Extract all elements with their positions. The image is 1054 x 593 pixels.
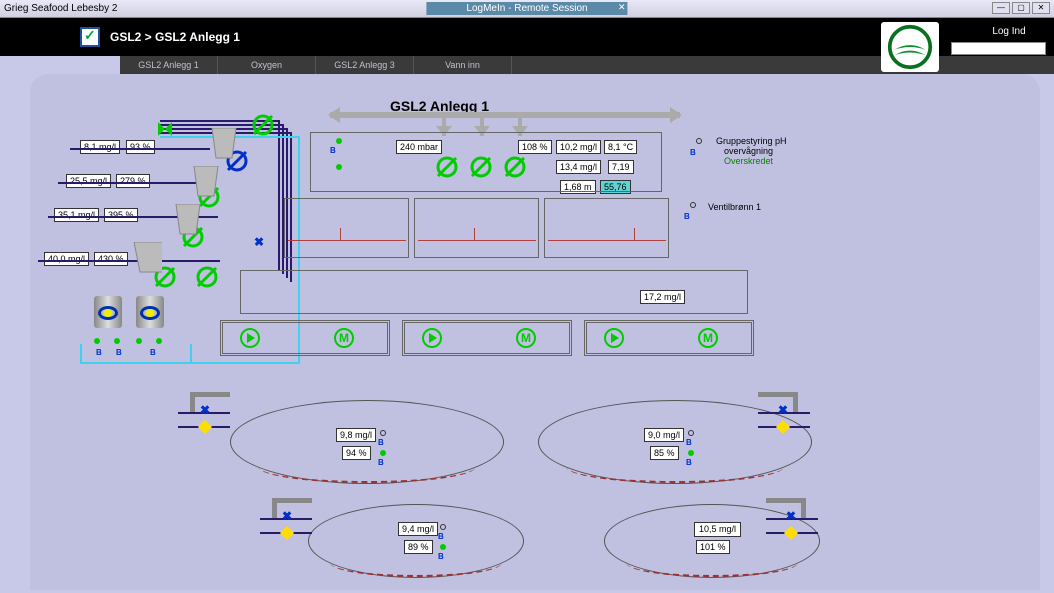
group-label-1: Gruppestyring pH xyxy=(716,136,787,146)
tank1-mgl: 9,8 mg/l xyxy=(336,428,376,442)
svg-text:M: M xyxy=(703,331,713,345)
level-line xyxy=(340,228,341,240)
status-icon xyxy=(688,430,694,436)
vent-label: Ventilbrønn 1 xyxy=(708,202,761,212)
svg-text:M: M xyxy=(339,331,349,345)
group-label-3: Overskredet xyxy=(724,156,773,166)
hopper-icon xyxy=(130,242,162,282)
b-icon: B xyxy=(690,148,696,157)
status-dot-icon xyxy=(136,338,142,344)
pump-icon[interactable] xyxy=(422,328,442,348)
b-icon: B xyxy=(150,348,156,357)
status-dot-icon xyxy=(94,338,100,344)
reading-pct-3: 395 % xyxy=(104,208,138,222)
b-icon: B xyxy=(438,532,444,541)
status-dot-icon xyxy=(380,450,386,456)
motor-icon[interactable]: M xyxy=(334,328,354,348)
pipe xyxy=(70,148,210,150)
b-icon: B xyxy=(96,348,102,357)
level-line xyxy=(548,240,666,241)
status-dot-icon xyxy=(440,544,446,550)
b-icon: B xyxy=(116,348,122,357)
window-title: Grieg Seafood Lebesby 2 xyxy=(4,3,117,14)
pipe xyxy=(278,120,280,270)
reading-pct-1: 93 % xyxy=(126,140,155,154)
pump-icon[interactable] xyxy=(604,328,624,348)
pipe xyxy=(38,260,220,262)
status-icon xyxy=(380,430,386,436)
login-button[interactable]: Log Ind xyxy=(974,24,1044,40)
status-icon xyxy=(696,138,702,144)
b-icon: B xyxy=(438,552,444,561)
hopper-icon xyxy=(190,166,222,206)
b-icon: B xyxy=(378,458,384,467)
close-session-icon[interactable]: ✕ xyxy=(618,2,626,13)
breadcrumb: GSL2 > GSL2 Anlegg 1 xyxy=(110,30,240,44)
b-icon: B xyxy=(378,438,384,447)
svg-text:M: M xyxy=(521,331,531,345)
oval-tank xyxy=(230,400,504,484)
chamber-block xyxy=(310,132,662,192)
tank3-pct: 89 % xyxy=(404,540,433,554)
b-icon: B xyxy=(684,212,690,221)
b-icon: B xyxy=(686,438,692,447)
tank3-mgl: 9,4 mg/l xyxy=(398,522,438,536)
status-icon xyxy=(690,202,696,208)
status-dot-icon xyxy=(156,338,162,344)
tank4-mgl: 10,5 mg/l xyxy=(694,522,741,537)
tank2-mgl: 9,0 mg/l xyxy=(644,428,684,442)
basin-block xyxy=(414,198,539,258)
level-line xyxy=(474,228,475,240)
pump-icon[interactable] xyxy=(240,328,260,348)
level-line xyxy=(634,228,635,240)
basin-block xyxy=(544,198,669,258)
tank4-pct: 101 % xyxy=(696,540,730,554)
company-logo xyxy=(881,22,939,72)
group-label-2: overvågning xyxy=(724,146,773,156)
window-titlebar: Grieg Seafood Lebesby 2 LogMeIn - Remote… xyxy=(0,0,1054,18)
remote-session-badge: LogMeIn - Remote Session ✕ xyxy=(426,2,627,15)
maximize-button[interactable]: ▢ xyxy=(1012,2,1030,14)
reading-mgl-2: 25,5 mg/l xyxy=(66,174,111,188)
tab-anlegg3[interactable]: GSL2 Anlegg 3 xyxy=(316,56,414,74)
valve-icon[interactable] xyxy=(158,122,172,136)
motor-icon[interactable]: M xyxy=(516,328,536,348)
reading-mgl-4: 40,0 mg/l xyxy=(44,252,89,266)
app-icon xyxy=(80,27,100,47)
actuator-icon[interactable] xyxy=(196,266,218,288)
reading-mgl-3: 35,1 mg/l xyxy=(54,208,99,222)
tab-oxygen[interactable]: Oxygen xyxy=(218,56,316,74)
login-input[interactable] xyxy=(951,42,1046,55)
status-dot-icon xyxy=(688,450,694,456)
hopper-icon xyxy=(208,128,240,168)
valve-closed-icon[interactable]: ✖ xyxy=(254,238,264,248)
reading-pct-2: 279 % xyxy=(116,174,150,188)
b-icon: B xyxy=(686,458,692,467)
scada-canvas: GSL2 Anlegg 1 8,1 mg/l 93 % 25,5 mg/l 27… xyxy=(30,74,1040,590)
cylinder-tank xyxy=(136,296,164,332)
reading-mgl-1: 8,1 mg/l xyxy=(80,140,120,154)
reading-pct-4: 430 % xyxy=(94,252,128,266)
level-line xyxy=(288,240,406,241)
tank2-pct: 85 % xyxy=(650,446,679,460)
close-button[interactable]: ✕ xyxy=(1032,2,1050,14)
reading-bottom-mgl: 17,2 mg/l xyxy=(640,290,685,304)
motor-icon[interactable]: M xyxy=(698,328,718,348)
cylinder-tank xyxy=(94,296,122,332)
flow-arrow xyxy=(330,112,680,118)
tank1-pct: 94 % xyxy=(342,446,371,460)
status-dot-icon xyxy=(114,338,120,344)
hopper-icon xyxy=(172,204,204,244)
status-icon xyxy=(440,524,446,530)
minimize-button[interactable]: — xyxy=(992,2,1010,14)
actuator-icon[interactable] xyxy=(252,114,274,136)
pipe xyxy=(80,344,82,364)
tab-anlegg1[interactable]: GSL2 Anlegg 1 xyxy=(120,56,218,74)
level-line xyxy=(418,240,536,241)
tab-vanninn[interactable]: Vann inn xyxy=(414,56,512,74)
basin-block xyxy=(284,198,409,258)
pipe xyxy=(190,344,192,364)
